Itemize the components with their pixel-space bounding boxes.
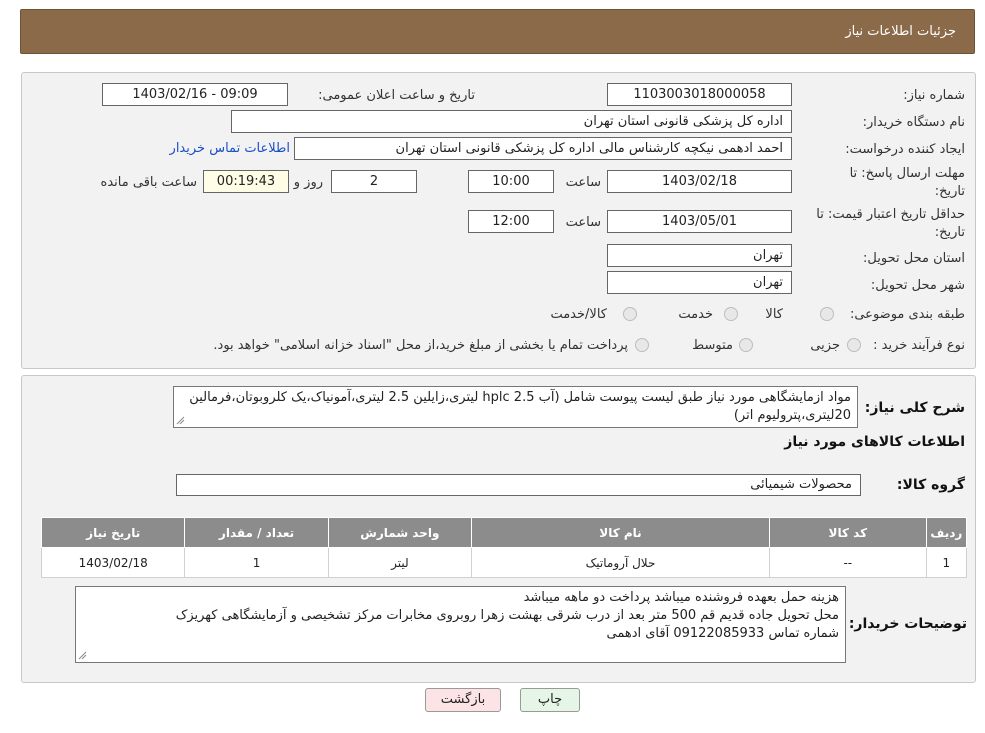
remaining-time-label: ساعت باقی مانده: [100, 175, 197, 190]
category-goods-radio[interactable]: [820, 307, 834, 321]
buyer-org-field: اداره کل پزشکی قانونی استان تهران: [231, 110, 792, 133]
delivery-city-label: شهر محل تحویل:: [870, 278, 965, 293]
summary-label: شرح کلی نیاز:: [864, 400, 965, 416]
goods-info-title: اطلاعات کالاهای مورد نیاز: [784, 434, 965, 450]
process-minor-radio[interactable]: [847, 338, 861, 352]
announce-datetime-label: تاریخ و ساعت اعلان عمومی:: [318, 88, 475, 103]
delivery-province-label: استان محل تحویل:: [863, 251, 965, 266]
col-date-header: تاریخ نیاز: [40, 517, 186, 548]
deadline-time-field: 10:00: [468, 170, 554, 193]
need-date-cell: 1403/02/18: [40, 547, 186, 578]
goods-table: ردیف کد کالا نام کالا واحد شمارش تعداد /…: [40, 517, 968, 578]
unit-cell: لیتر: [327, 547, 473, 578]
days-remaining-field: 2: [331, 170, 417, 193]
summary-text: مواد ازمایشگاهی مورد نیاز طبق لیست پیوست…: [189, 390, 851, 423]
col-qty-header: تعداد / مقدار: [184, 517, 329, 548]
col-row-header: ردیف: [925, 517, 968, 548]
buyer-org-label: نام دستگاه خریدار:: [862, 115, 965, 130]
buyer-contact-link[interactable]: اطلاعات تماس خریدار: [170, 141, 290, 156]
buyer-notes-textarea[interactable]: هزینه حمل بعهده فروشنده میباشد پرداخت دو…: [75, 586, 846, 663]
price-validity-date-field: 1403/05/01: [607, 210, 792, 233]
deadline-time-label: ساعت: [565, 175, 601, 190]
process-treasury-note: پرداخت تمام یا بخشی از مبلغ خرید،از محل …: [213, 338, 628, 353]
row-number-cell: 1: [925, 547, 968, 578]
deadline-date-field: 1403/02/18: [607, 170, 792, 193]
buyer-notes-line: محل تحویل جاده قدیم قم 500 متر بعد از در…: [175, 608, 839, 623]
delivery-province-field: تهران: [607, 244, 792, 267]
category-label: طبقه بندی موضوعی:: [849, 307, 965, 322]
process-minor-label: جزیی: [810, 338, 840, 353]
print-button[interactable]: چاپ: [520, 688, 580, 712]
process-treasury-radio[interactable]: [635, 338, 649, 352]
process-medium-label: متوسط: [692, 338, 733, 353]
item-code-cell: --: [768, 547, 927, 578]
item-name-cell: حلال آروماتیک: [471, 547, 770, 578]
category-service-radio[interactable]: [724, 307, 738, 321]
page-header: جزئیات اطلاعات نیاز: [20, 9, 975, 54]
price-validity-label: حداقل تاریخ اعتبار قیمت: تا: [816, 207, 965, 222]
need-number-field: 1103003018000058: [607, 83, 792, 106]
goods-group-field: محصولات شیمیائی: [176, 474, 861, 496]
buyer-notes-line: هزینه حمل بعهده فروشنده میباشد پرداخت دو…: [523, 590, 839, 605]
category-goods-service-radio[interactable]: [623, 307, 637, 321]
announce-datetime-field: 1403/02/16 - 09:09: [102, 83, 288, 106]
col-name-header: نام کالا: [471, 517, 770, 548]
days-label: روز و: [293, 175, 323, 190]
goods-group-label: گروه کالا:: [896, 477, 965, 493]
process-medium-radio[interactable]: [739, 338, 753, 352]
remaining-time-field: 00:19:43: [203, 170, 289, 193]
validity-time-label: ساعت: [565, 215, 601, 230]
page-title: جزئیات اطلاعات نیاز: [845, 24, 956, 39]
summary-textarea[interactable]: مواد ازمایشگاهی مورد نیاز طبق لیست پیوست…: [173, 386, 858, 428]
price-validity-time-field: 12:00: [468, 210, 554, 233]
back-button[interactable]: بازگشت: [425, 688, 501, 712]
category-goods-service-label: کالا/خدمت: [550, 307, 607, 322]
deadline-label: مهلت ارسال پاسخ: تا: [849, 166, 965, 181]
col-code-header: کد کالا: [768, 517, 927, 548]
table-header-row: ردیف کد کالا نام کالا واحد شمارش تعداد /…: [40, 517, 968, 548]
creator-label: ایجاد کننده درخواست:: [845, 142, 965, 157]
resize-grip-icon[interactable]: [78, 651, 87, 660]
table-row: 1 -- حلال آروماتیک لیتر 1 1403/02/18: [40, 547, 968, 578]
buyer-notes-line: شماره تماس 09122085933 آقای ادهمی: [606, 626, 839, 641]
resize-grip-icon[interactable]: [176, 416, 185, 425]
category-goods-label: کالا: [765, 307, 783, 322]
need-number-label: شماره نیاز:: [903, 88, 965, 103]
quantity-cell: 1: [184, 547, 329, 578]
deadline-label-2: تاریخ:: [934, 184, 965, 199]
price-validity-label-2: تاریخ:: [934, 225, 965, 240]
category-service-label: خدمت: [678, 307, 713, 322]
buyer-notes-label: توضیحات خریدار:: [848, 616, 967, 632]
process-type-label: نوع فرآیند خرید :: [873, 338, 965, 353]
creator-field: احمد ادهمی نیکچه کارشناس مالی اداره کل پ…: [294, 137, 792, 160]
delivery-city-field: تهران: [607, 271, 792, 294]
col-unit-header: واحد شمارش: [327, 517, 473, 548]
